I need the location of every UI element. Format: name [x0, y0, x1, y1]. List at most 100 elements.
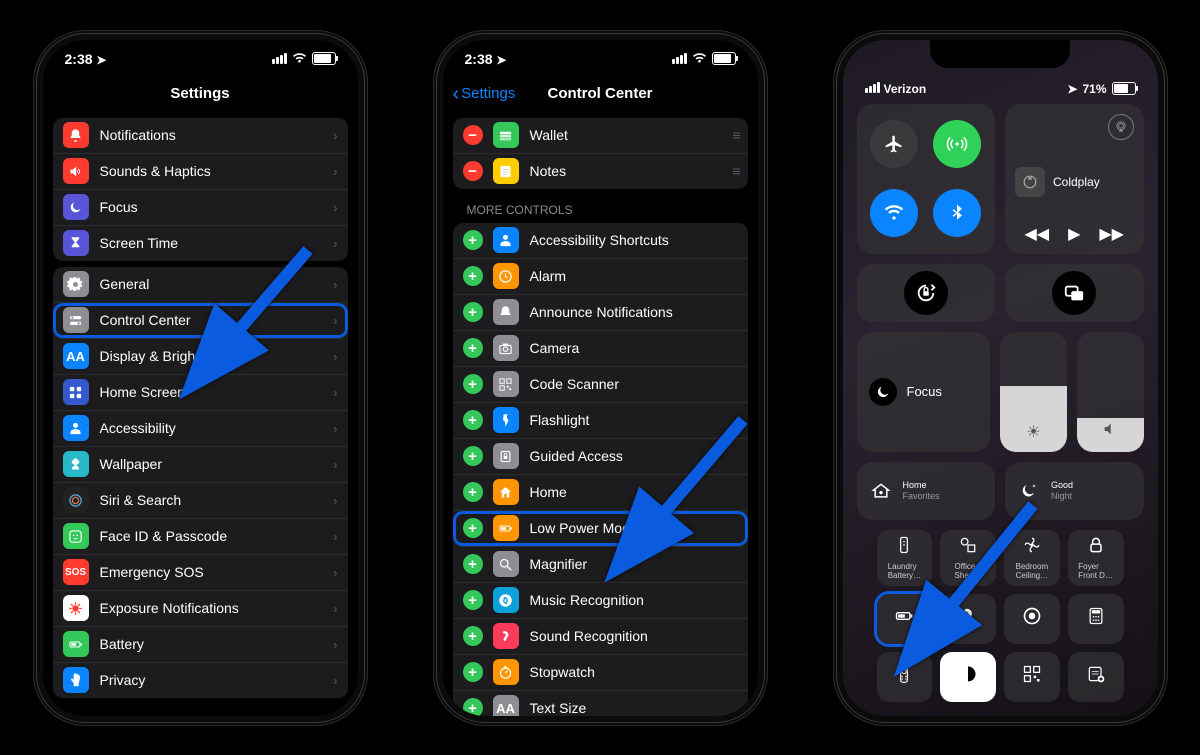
reorder-handle-icon[interactable]: ≡	[732, 127, 737, 143]
status-time: 2:38	[465, 51, 493, 67]
airplay-icon[interactable]	[1108, 114, 1134, 140]
add-icon[interactable]: +	[463, 662, 483, 682]
add-icon[interactable]: +	[463, 302, 483, 322]
brightness-slider[interactable]: ☀	[1000, 332, 1067, 452]
cc-more-accessibility[interactable]: +Accessibility Shortcuts	[453, 223, 748, 259]
bluetooth-toggle[interactable]	[933, 189, 981, 237]
next-button[interactable]: ▶▶	[1099, 224, 1124, 244]
gear-icon	[63, 271, 89, 297]
lock-app-icon	[493, 443, 519, 469]
wifi-icon	[292, 53, 307, 64]
add-icon[interactable]: +	[463, 230, 483, 250]
cc-more-text-size[interactable]: +AAText Size	[453, 691, 748, 716]
settings-row-siri[interactable]: Siri & Search›	[53, 483, 348, 519]
cc-more-stopwatch[interactable]: + Stopwatch	[453, 655, 748, 691]
add-icon[interactable]: +	[463, 626, 483, 646]
airplane-toggle[interactable]	[870, 120, 918, 168]
cc-more-code[interactable]: +Code Scanner	[453, 367, 748, 403]
cellular-icon	[865, 82, 880, 93]
row-label: Sound Recognition	[530, 628, 738, 644]
row-label: Notifications	[100, 127, 334, 143]
battery-icon	[312, 52, 336, 65]
settings-row-home-screen[interactable]: Home Screen›	[53, 375, 348, 411]
cc-tile-calculator[interactable]	[1068, 594, 1124, 644]
back-button[interactable]: ‹Settings	[453, 85, 516, 102]
settings-row-focus[interactable]: Focus›	[53, 190, 348, 226]
chevron-right-icon: ›	[333, 493, 337, 508]
chevron-right-icon: ›	[333, 421, 337, 436]
media-module[interactable]: Coldplay ◀◀ ▶ ▶▶	[1005, 104, 1144, 254]
speaker-icon	[63, 158, 89, 184]
cc-tile-apple-tv[interactable]	[877, 652, 933, 702]
wallet-icon	[493, 122, 519, 148]
now-playing[interactable]: Coldplay	[1015, 167, 1134, 197]
reorder-handle-icon[interactable]: ≡	[732, 163, 737, 179]
settings-row-accessibility[interactable]: Accessibility›	[53, 411, 348, 447]
play-button[interactable]: ▶	[1068, 224, 1080, 244]
chevron-right-icon: ›	[333, 565, 337, 580]
camera-icon	[493, 335, 519, 361]
phone-control-center-settings: 2:38 ➤ ‹Settings Control Center −Wallet≡…	[433, 30, 768, 726]
carrier-label: Verizon	[884, 82, 927, 96]
settings-row-sos[interactable]: SOSEmergency SOS›	[53, 555, 348, 591]
settings-row-battery[interactable]: Battery›	[53, 627, 348, 663]
settings-row-wallpaper[interactable]: Wallpaper›	[53, 447, 348, 483]
add-icon[interactable]: +	[463, 698, 483, 716]
connectivity-module[interactable]	[857, 104, 996, 254]
screen-mirroring[interactable]	[1005, 264, 1144, 322]
add-icon[interactable]: +	[463, 590, 483, 610]
wifi-toggle[interactable]	[870, 189, 918, 237]
cc-tile-quick-note[interactable]	[1068, 652, 1124, 702]
cc-included-wallet[interactable]: −Wallet≡	[453, 118, 748, 154]
add-icon[interactable]: +	[463, 554, 483, 574]
cc-more-announce[interactable]: +Announce Notifications	[453, 295, 748, 331]
settings-row-faceid[interactable]: Face ID & Passcode›	[53, 519, 348, 555]
volume-icon	[1102, 421, 1118, 442]
remove-icon[interactable]: −	[463, 125, 483, 145]
remove-icon[interactable]: −	[463, 161, 483, 181]
cc-more-camera[interactable]: +Camera	[453, 331, 748, 367]
orientation-lock[interactable]	[857, 264, 996, 322]
settings-row-sounds[interactable]: Sounds & Haptics›	[53, 154, 348, 190]
status-bar: Verizon ➤ 71%	[843, 76, 1158, 102]
cc-more-sound-rec[interactable]: + Sound Recognition	[453, 619, 748, 655]
row-label: Music Recognition	[530, 592, 738, 608]
row-label: Notes	[530, 163, 733, 179]
row-label: Alarm	[530, 268, 738, 284]
hand-icon	[63, 667, 89, 693]
focus-label: Focus	[907, 384, 942, 399]
cc-included-notes[interactable]: − Notes≡	[453, 154, 748, 189]
notch	[530, 40, 670, 68]
settings-row-exposure[interactable]: Exposure Notifications›	[53, 591, 348, 627]
row-label: Wallpaper	[100, 456, 334, 472]
cc-more-alarm[interactable]: + Alarm	[453, 259, 748, 295]
add-icon[interactable]: +	[463, 518, 483, 538]
focus-module[interactable]: Focus	[857, 332, 991, 452]
chevron-right-icon: ›	[333, 236, 337, 251]
volume-slider[interactable]	[1077, 332, 1144, 452]
add-icon[interactable]: +	[463, 410, 483, 430]
cc-more-music-rec[interactable]: + Music Recognition	[453, 583, 748, 619]
add-icon[interactable]: +	[463, 338, 483, 358]
add-icon[interactable]: +	[463, 446, 483, 466]
prev-button[interactable]: ◀◀	[1024, 224, 1049, 244]
cc-tile-foyer[interactable]: FoyerFront D…	[1068, 530, 1124, 586]
row-label: Stopwatch	[530, 664, 738, 680]
cc-tile-dark-mode[interactable]	[940, 652, 996, 702]
add-icon[interactable]: +	[463, 374, 483, 394]
cellular-toggle[interactable]	[933, 120, 981, 168]
moon-icon	[63, 194, 89, 220]
add-icon[interactable]: +	[463, 266, 483, 286]
nav-title: Control Center	[548, 85, 653, 102]
annotation-arrow	[923, 495, 1043, 650]
settings-row-privacy[interactable]: Privacy›	[53, 663, 348, 698]
chevron-right-icon: ›	[333, 349, 337, 364]
notch	[930, 40, 1070, 68]
settings-row-notifications[interactable]: Notifications›	[53, 118, 348, 154]
hourglass-icon	[63, 230, 89, 256]
cc-tile-code-scanner[interactable]	[1004, 652, 1060, 702]
row-label: Emergency SOS	[100, 564, 334, 580]
annotation-arrow	[633, 410, 753, 555]
add-icon[interactable]: +	[463, 482, 483, 502]
chevron-right-icon: ›	[333, 637, 337, 652]
